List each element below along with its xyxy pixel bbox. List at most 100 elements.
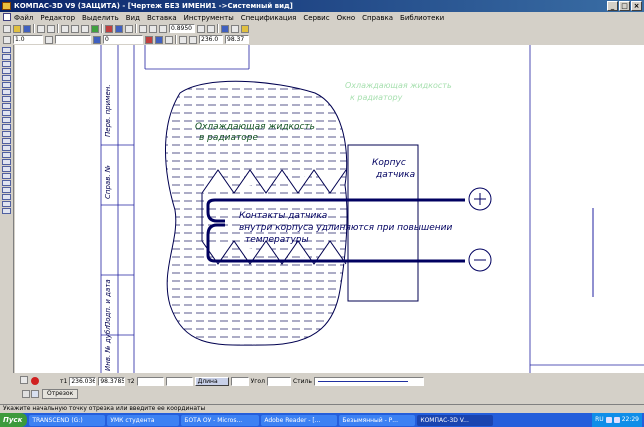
spline-icon[interactable] [2,145,11,151]
task-paint[interactable]: Безымянный - Р... [339,414,416,426]
save-icon[interactable] [23,24,31,33]
minimize-button[interactable]: _ [607,1,618,11]
length-button[interactable]: Длина [194,376,229,386]
undo-icon[interactable] [105,24,113,33]
paste-icon[interactable] [81,24,89,33]
tab-segment[interactable]: Отрезок [42,389,79,399]
t2-y-field[interactable] [165,376,193,386]
menu-file[interactable]: Файл [14,14,33,22]
task-umk[interactable]: УМК студента [107,414,180,426]
layer-field[interactable]: 0 [103,35,143,44]
separator [57,24,59,33]
panel-pin-icon[interactable] [20,376,28,384]
menu-help[interactable]: Справка [362,14,393,22]
select-icon[interactable] [2,89,11,95]
angle-field[interactable] [266,376,291,386]
menu-window[interactable]: Окно [337,14,356,22]
chamfer-icon[interactable] [2,173,11,179]
cursor-icon[interactable] [189,35,197,44]
point-icon[interactable] [2,103,11,109]
step-icon [3,35,11,44]
style-select[interactable] [313,376,424,386]
geometry-icon[interactable] [2,47,11,53]
dimensions-icon[interactable] [2,54,11,60]
copy-icon[interactable] [71,24,79,33]
separator [101,24,103,33]
designations-icon[interactable] [2,61,11,67]
compact-toolbar [0,45,14,373]
segment-icon[interactable] [2,117,11,123]
network-icon[interactable] [605,417,612,423]
coord-y-field[interactable]: 98.37 [225,35,249,44]
contacts-label-line-1: Контакты датчика [239,211,328,221]
editing-icon[interactable] [2,68,11,74]
maximize-button[interactable]: □ [619,1,630,11]
zoom-out-icon[interactable] [149,24,157,33]
menu-libraries[interactable]: Библиотеки [400,14,444,22]
cut-icon[interactable] [61,24,69,33]
equidistant-icon[interactable] [2,201,11,207]
local-cs-icon[interactable] [165,35,173,44]
t1-y-field[interactable]: 98.3785 [98,376,126,386]
volume-icon[interactable] [613,417,620,423]
measure-icon[interactable] [2,82,11,88]
panel-help-icon[interactable] [31,390,39,398]
menu-select[interactable]: Выделить [82,14,119,22]
menu-edit[interactable]: Редактор [40,14,75,22]
polygon-icon[interactable] [2,166,11,172]
style-field[interactable] [55,35,91,44]
step-field[interactable]: 1.0 [13,35,43,44]
zoom-window-icon[interactable] [159,24,167,33]
drawing-canvas[interactable]: Перв. примен. Справ. № Подп. и дата Инв.… [15,45,644,373]
contour-icon[interactable] [2,194,11,200]
menu-insert[interactable]: Вставка [147,14,177,22]
polyline-icon[interactable] [2,152,11,158]
ellipse-icon[interactable] [2,138,11,144]
panel-settings-icon[interactable] [22,390,30,398]
library-icon[interactable] [241,24,249,33]
task-word[interactable]: БОТА ОУ - Micros... [181,414,260,426]
print-icon[interactable] [37,24,45,33]
properties-icon[interactable] [91,24,99,33]
menu-view[interactable]: Вид [126,14,140,22]
arc-icon[interactable] [2,131,11,137]
menu-specification[interactable]: Спецификация [241,14,297,22]
circle-icon[interactable] [2,124,11,130]
task-kompas[interactable]: КОМПАС-3D V... [417,414,494,426]
color-icon[interactable] [145,35,153,44]
new-icon[interactable] [3,24,11,33]
open-icon[interactable] [13,24,21,33]
menu-tools[interactable]: Инструменты [184,14,234,22]
specification-icon[interactable] [2,96,11,102]
close-button[interactable]: × [631,1,642,11]
help-icon[interactable] [125,24,133,33]
t1-x-field[interactable]: 236.0365 [69,376,97,386]
menu-service[interactable]: Сервис [303,14,329,22]
preview-icon[interactable] [47,24,55,33]
rectangle-icon[interactable] [2,159,11,165]
menu-bar: Файл Редактор Выделить Вид Вставка Инстр… [0,12,644,23]
redo-icon[interactable] [115,24,123,33]
hatch-icon[interactable] [2,187,11,193]
aux-line-icon[interactable] [2,110,11,116]
stop-icon[interactable] [31,377,39,385]
fillet-icon[interactable] [2,180,11,186]
round-icon[interactable] [179,35,187,44]
pan-icon[interactable] [197,24,205,33]
parametrization-icon[interactable] [2,75,11,81]
language-indicator[interactable]: RU [595,413,604,427]
zoom-in-icon[interactable] [139,24,147,33]
snap-icon[interactable] [231,24,239,33]
length-field[interactable] [230,376,249,386]
ortho-icon[interactable] [155,35,163,44]
current-layer-icon[interactable] [93,35,101,44]
t2-x-field[interactable] [136,376,164,386]
coord-x-field[interactable]: 236.0 [199,35,223,44]
zoom-field[interactable]: 0.8950 [169,24,195,33]
refresh-icon[interactable] [207,24,215,33]
task-adobe-reader[interactable]: Adobe Reader - [... [261,414,338,426]
start-button[interactable]: Пуск [0,413,28,427]
grid-icon[interactable] [221,24,229,33]
task-transcend[interactable]: TRANSCEND (G:) [29,414,106,426]
macro-icon[interactable] [2,208,11,214]
